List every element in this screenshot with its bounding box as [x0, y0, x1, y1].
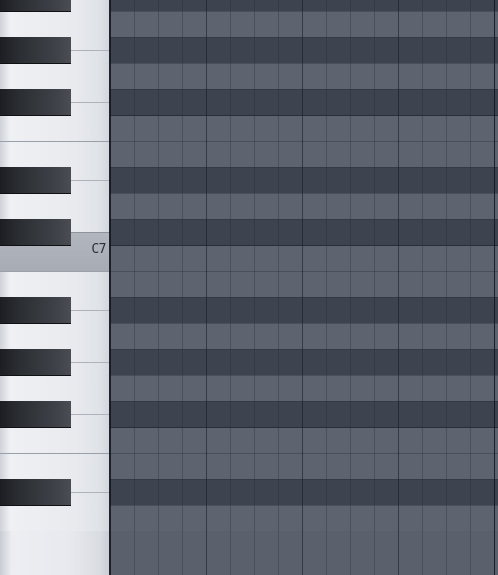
- black-key-cs7[interactable]: [0, 219, 71, 245]
- grid-row-g6[interactable]: [110, 375, 498, 401]
- grid-row-f7[interactable]: [110, 115, 498, 141]
- grid-row-as6[interactable]: [110, 297, 498, 323]
- black-key-ds6[interactable]: [0, 479, 71, 505]
- grid-row-e6[interactable]: [110, 453, 498, 479]
- grid-row-e7[interactable]: [110, 141, 498, 167]
- grid-line: [302, 0, 303, 575]
- grid-line: [254, 0, 255, 575]
- grid-row-f6[interactable]: [110, 427, 498, 453]
- grid-row-g7[interactable]: [110, 63, 498, 89]
- grid-row-c7[interactable]: [110, 245, 498, 271]
- grid-line: [350, 0, 351, 575]
- piano-roll: C7: [0, 0, 498, 575]
- grid-line: [494, 0, 495, 575]
- black-key-fs7[interactable]: [0, 89, 71, 115]
- key-label-c7: C7: [91, 242, 106, 257]
- note-grid[interactable]: [110, 0, 498, 575]
- grid-row-d6[interactable]: [110, 505, 498, 531]
- black-key-gs6[interactable]: [0, 349, 71, 375]
- grid-line: [230, 0, 231, 575]
- grid-row-a6[interactable]: [110, 323, 498, 349]
- grid-row-gs7[interactable]: [110, 37, 498, 63]
- black-key-fs6[interactable]: [0, 401, 71, 427]
- grid-line: [326, 0, 327, 575]
- grid-line: [374, 0, 375, 575]
- black-key-as7[interactable]: [0, 0, 71, 11]
- grid-line: [398, 0, 399, 575]
- grid-line: [206, 0, 207, 575]
- grid-row-as7[interactable]: [110, 0, 498, 11]
- grid-row-ds7[interactable]: [110, 167, 498, 193]
- grid-row-a7[interactable]: [110, 11, 498, 37]
- grid-row-gs6[interactable]: [110, 349, 498, 375]
- black-key-ds7[interactable]: [0, 167, 71, 193]
- grid-row-cs7[interactable]: [110, 219, 498, 245]
- grid-row-fs6[interactable]: [110, 401, 498, 427]
- black-key-gs7[interactable]: [0, 37, 71, 63]
- piano-keyboard: C7: [0, 0, 110, 575]
- grid-row-d7[interactable]: [110, 193, 498, 219]
- grid-row-fs7[interactable]: [110, 89, 498, 115]
- grid-line: [134, 0, 135, 575]
- grid-line: [158, 0, 159, 575]
- grid-line: [422, 0, 423, 575]
- grid-line: [278, 0, 279, 575]
- grid-row-ds6[interactable]: [110, 479, 498, 505]
- grid-line: [446, 0, 447, 575]
- grid-row-b6[interactable]: [110, 271, 498, 297]
- grid-line: [110, 0, 111, 575]
- black-key-as6[interactable]: [0, 297, 71, 323]
- grid-line: [470, 0, 471, 575]
- grid-line: [182, 0, 183, 575]
